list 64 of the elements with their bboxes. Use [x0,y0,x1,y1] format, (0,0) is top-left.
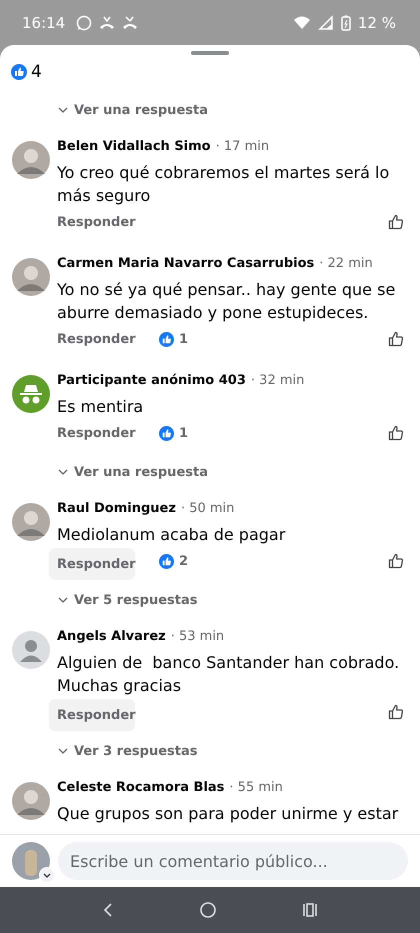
view-replies-link[interactable]: Ver 5 respuestas [58,590,198,610]
back-icon[interactable] [102,902,114,918]
author-name[interactable]: Angels Alvarez [57,629,166,644]
author-name[interactable]: Participante anónimo 403 [57,373,246,388]
reply-button[interactable]: Responder [57,326,143,352]
chevron-down-icon [58,469,68,475]
avatar[interactable] [12,503,50,541]
reply-button[interactable]: Responder [49,548,135,580]
reply-button[interactable]: Responder [57,208,143,236]
avatar[interactable] [12,258,50,296]
battery-icon [340,14,351,30]
chevron-down-icon[interactable] [39,867,55,883]
comment-text: Yo creo qué cobraremos el martes será lo más seguro [57,162,390,207]
reaction-count: 4 [31,62,42,82]
anonymous-avatar[interactable] [12,375,50,413]
wifi-icon [292,14,311,30]
reply-button[interactable]: Responder [49,699,135,731]
reaction-count: 2 [179,554,188,568]
reply-button[interactable]: Responder [57,420,143,446]
chat-icon [76,14,92,30]
reaction-count: 1 [179,332,188,346]
reaction-count: 1 [179,426,188,440]
comment-text: Que grupos son para poder unirme y estar [57,803,400,825]
missed-call-icon [99,14,116,30]
chevron-down-icon [58,597,68,603]
signal-icon [318,14,334,30]
view-replies-link[interactable]: Ver una respuesta [58,100,208,120]
thumbs-up-icon[interactable] [388,331,404,347]
chevron-down-icon [58,107,68,113]
author-name[interactable]: Raul Dominguez [57,501,176,516]
thumbs-up-icon[interactable] [388,704,404,720]
like-icon [159,426,174,440]
home-icon[interactable] [198,901,217,919]
status-time: 16:14 [22,14,66,32]
comment-time: · 50 min [180,501,234,516]
comment-text: Alguien de banco Santander han cobrado. Muchas gracias [57,652,400,697]
comment-time: · 22 min [319,256,373,271]
default-avatar[interactable] [12,631,50,669]
thumbs-up-icon[interactable] [388,214,404,230]
chevron-down-icon [58,748,68,754]
comment-text: Mediolanum acaba de pagar [57,524,286,546]
view-replies-link[interactable]: Ver 3 respuestas [58,741,198,761]
avatar[interactable] [12,141,50,179]
comment-time: · 32 min [250,373,304,388]
comment-text: Es mentira [57,396,144,418]
like-icon [159,332,174,346]
comment-time: · 17 min [216,139,270,154]
avatar[interactable] [12,782,50,820]
author-name[interactable]: Celeste Rocamora Blas [57,780,224,795]
author-name[interactable]: Carmen Maria Navarro Casarrubios [57,256,314,271]
comment-time: · 55 min [229,780,283,795]
view-replies-link[interactable]: Ver una respuesta [58,462,208,482]
comment-input[interactable]: Escribe un comentario público... [58,842,408,880]
like-icon [11,64,27,80]
battery-level: 12 % [358,14,396,32]
like-icon [159,554,174,568]
comment-text: Yo no sé ya qué pensar.. hay gente que se aburre demasiado y pone estupideces. [57,279,396,324]
thumbs-up-icon[interactable] [388,425,404,441]
comment-time: · 53 min [170,629,224,644]
author-name[interactable]: Belen Vidallach Simo [57,139,211,154]
missed-call-icon [122,14,138,30]
thumbs-up-icon[interactable] [388,553,404,569]
recent-apps-icon[interactable] [302,902,318,918]
drag-handle[interactable] [191,51,229,55]
